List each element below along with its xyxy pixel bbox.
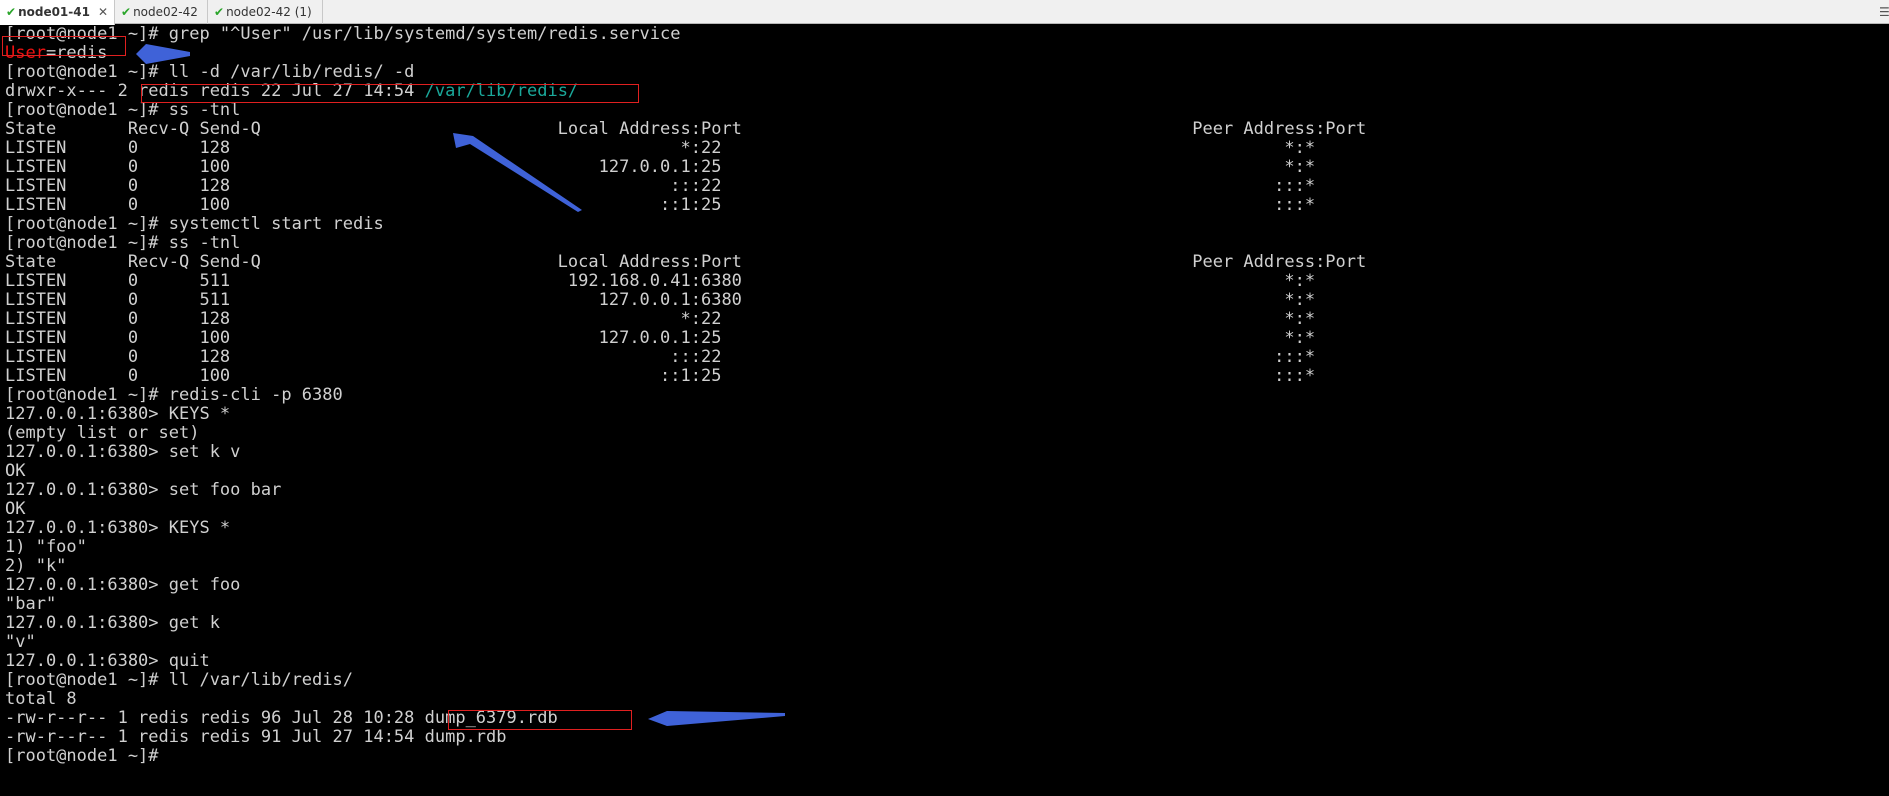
annotation-arrows: [136, 44, 785, 726]
connected-check-icon: ✔: [121, 5, 132, 19]
close-tab-icon[interactable]: ✕: [98, 5, 108, 19]
tab-label: node02-42: [133, 5, 198, 19]
connected-check-icon: ✔: [214, 5, 225, 19]
tab-label: node01-41: [18, 5, 90, 19]
tab-label: node02-42 (1): [226, 5, 312, 19]
terminal-output[interactable]: [root@node1 ~]# grep "^User" /usr/lib/sy…: [0, 26, 1889, 796]
tab-node02-42[interactable]: ✔ node02-42: [115, 0, 208, 24]
arrow-icon: [136, 44, 190, 64]
tab-overflow-icon[interactable]: ☰: [1879, 0, 1889, 24]
tab-node01-41[interactable]: ✔ node01-41 ✕: [0, 0, 115, 25]
arrow-icon: [648, 711, 785, 726]
session-tab-bar: ✔ node01-41 ✕ ✔ node02-42 ✔ node02-42 (1) ☰: [0, 0, 1889, 25]
connected-check-icon: ✔: [6, 5, 17, 19]
tab-node02-42-1[interactable]: ✔ node02-42 (1): [208, 0, 323, 24]
arrow-icon: [453, 133, 582, 212]
